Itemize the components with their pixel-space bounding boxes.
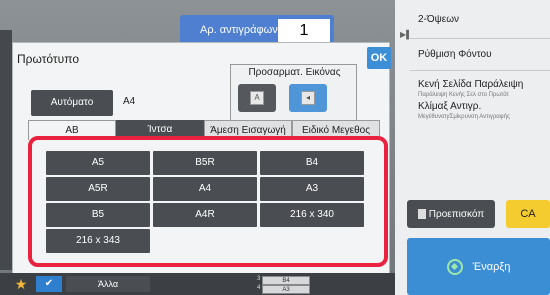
dialog-title: Πρωτότυπο: [17, 52, 80, 66]
other-button[interactable]: Άλλα: [66, 276, 150, 292]
portrait-page-icon: A: [250, 91, 264, 105]
tray-b4: B4: [262, 276, 310, 285]
ok-button[interactable]: OK: [367, 47, 391, 69]
check-icon[interactable]: ✔: [36, 276, 62, 292]
blank-page-skip-item[interactable]: Κενή Σελίδα Παράλειψη: [418, 79, 523, 90]
expand-arrow-icon[interactable]: ▶▌: [400, 30, 412, 40]
tray-number-4: 4: [257, 285, 261, 291]
star-icon[interactable]: ★: [12, 275, 30, 293]
preview-button[interactable]: Προεπισκόπ: [407, 200, 495, 228]
portrait-orientation-button[interactable]: A: [238, 84, 276, 112]
divider: [410, 38, 550, 39]
landscape-orientation-button[interactable]: ◂: [289, 84, 327, 112]
image-adjust-label: Προσαρματ. Εικόνας: [248, 67, 341, 78]
landscape-page-icon: ◂: [301, 91, 315, 105]
blank-page-skip-subtitle: Παράλειψη Κενής Σελ στο Πρωτότ: [418, 92, 509, 98]
start-label: Έναρξη: [472, 260, 511, 273]
copy-ratio-item[interactable]: Κλίμαξ Αντιγρ.: [418, 101, 481, 112]
size-highlight-outline: [28, 136, 388, 267]
auto-button[interactable]: Αυτόματο: [31, 90, 113, 116]
divider: [410, 70, 550, 71]
tray-number-3: 3: [257, 276, 261, 282]
ca-button[interactable]: CA: [506, 200, 550, 228]
duplex-item[interactable]: 2-Όψεων: [418, 14, 459, 25]
copies-label: Αρ. αντιγράφων: [200, 24, 278, 36]
tray-a3: A3: [262, 285, 310, 294]
start-icon: [446, 258, 463, 275]
background-setting-item[interactable]: Ρύθμιση Φόντου: [418, 49, 492, 60]
copies-input[interactable]: 1: [278, 19, 330, 43]
left-side-strip: [0, 30, 12, 270]
image-adjust-group: Προσαρματ. Εικόνας A ◂: [230, 64, 357, 124]
start-button[interactable]: Έναρξη: [407, 238, 550, 295]
copy-ratio-subtitle: Μεγέθυνση/Σμίκρυνση Αντιγραφής: [418, 114, 510, 120]
preview-label: Προεπισκόπ: [428, 208, 485, 220]
auto-size-value: A4: [123, 96, 136, 107]
preview-icon: [417, 209, 426, 219]
